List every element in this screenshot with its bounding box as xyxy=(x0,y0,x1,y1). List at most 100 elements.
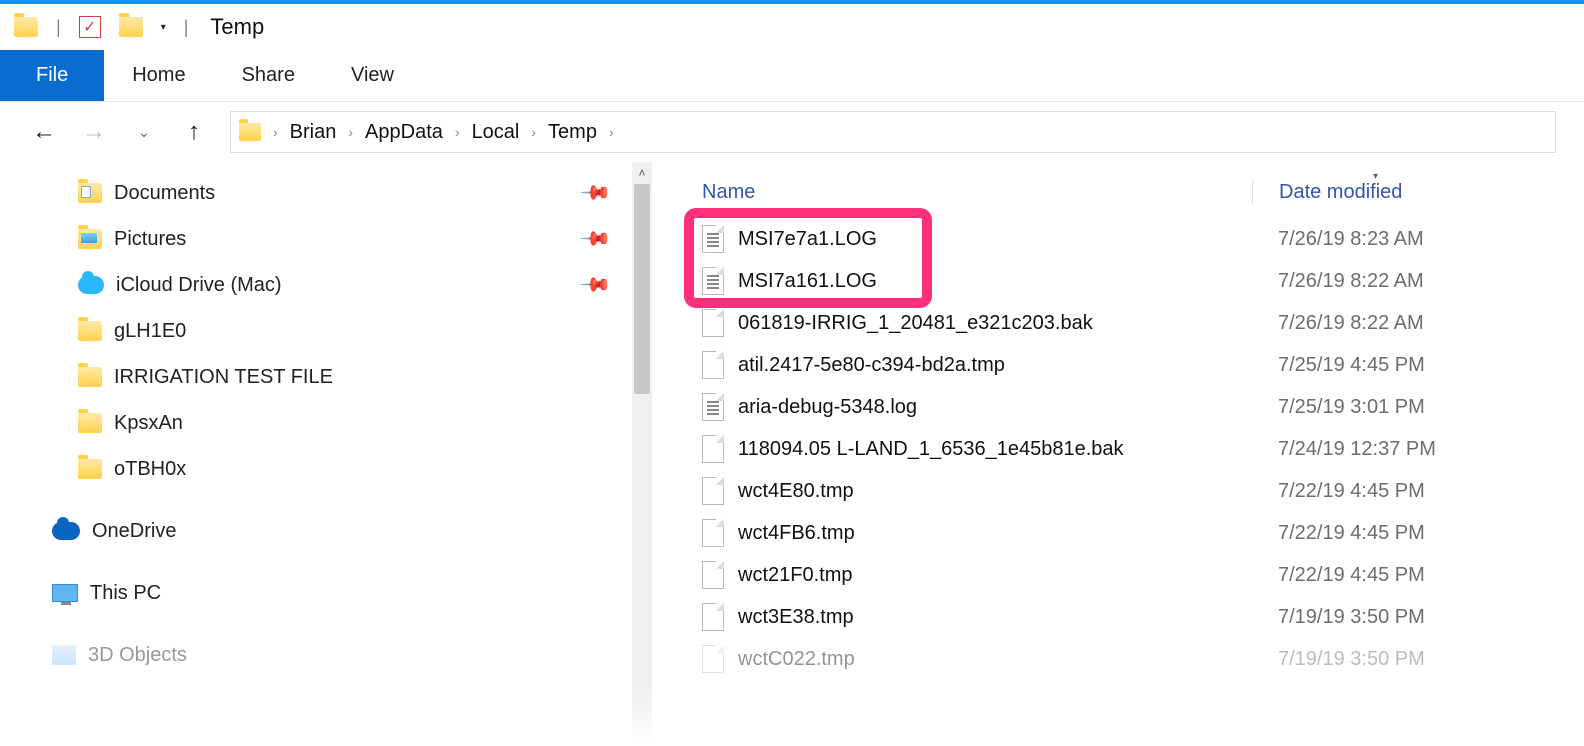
chevron-right-icon[interactable]: › xyxy=(271,124,280,140)
scrollbar[interactable]: ˄ xyxy=(632,162,652,746)
onedrive-icon xyxy=(52,522,80,540)
column-header-name[interactable]: Name xyxy=(692,181,1252,204)
file-name: wct4E80.tmp xyxy=(738,480,854,503)
file-name: 118094.05 L-LAND_1_6536_1e45b81e.bak xyxy=(738,438,1124,461)
file-icon xyxy=(702,435,724,463)
file-name: MSI7a161.LOG xyxy=(738,270,877,293)
app-folder-icon xyxy=(14,17,38,37)
recent-locations-button[interactable]: ⌄ xyxy=(130,124,158,141)
sidebar-item[interactable]: Documents 📌 xyxy=(0,170,632,216)
sidebar-item[interactable]: IRRIGATION TEST FILE xyxy=(0,354,632,400)
file-icon xyxy=(702,267,724,295)
sidebar-group[interactable]: OneDrive xyxy=(0,508,632,554)
quick-access-properties-icon[interactable]: ✓ xyxy=(79,16,101,38)
file-row[interactable]: wctC022.tmp 7/19/19 3:50 PM xyxy=(692,638,1584,680)
quick-access-dropdown-icon[interactable]: ▾ xyxy=(161,22,166,33)
navigation-row: ← → ⌄ ↑ › Brian › AppData › Local › Temp… xyxy=(0,102,1584,162)
sidebar-group[interactable]: 3D Objects xyxy=(0,632,632,678)
file-date: 7/25/19 4:45 PM xyxy=(1252,354,1425,377)
file-row[interactable]: aria-debug-5348.log 7/25/19 3:01 PM xyxy=(692,386,1584,428)
folder-icon xyxy=(78,459,102,479)
scroll-up-arrow-icon[interactable]: ˄ xyxy=(638,166,645,180)
sidebar-item[interactable]: oTBH0x xyxy=(0,446,632,492)
sidebar-item[interactable]: Pictures📌 xyxy=(0,216,632,262)
sidebar-item-label: gLH1E0 xyxy=(114,320,186,343)
pin-icon: 📌 xyxy=(578,175,613,210)
breadcrumb-bar[interactable]: › Brian › AppData › Local › Temp › xyxy=(230,111,1556,153)
sidebar-item-label: iCloud Drive (Mac) xyxy=(116,274,282,297)
chevron-right-icon[interactable]: › xyxy=(529,124,538,140)
file-row[interactable]: 061819-IRRIG_1_20481_e321c203.bak7/26/19… xyxy=(692,302,1584,344)
scrollbar-thumb[interactable] xyxy=(634,184,650,394)
file-date: 7/26/19 8:22 AM xyxy=(1252,270,1424,293)
ribbon-tabs: File Home Share View xyxy=(0,50,1584,102)
chevron-right-icon[interactable]: › xyxy=(346,124,355,140)
file-date: 7/24/19 12:37 PM xyxy=(1252,438,1436,461)
file-row[interactable]: wct4FB6.tmp7/22/19 4:45 PM xyxy=(692,512,1584,554)
sidebar-item-label: oTBH0x xyxy=(114,458,186,481)
pin-icon: 📌 xyxy=(578,221,613,256)
pics-icon xyxy=(78,229,102,249)
sidebar-group-label: This PC xyxy=(90,582,161,605)
file-row[interactable]: MSI7e7a1.LOG 7/26/19 8:23 AM xyxy=(692,218,1584,260)
window-title: Temp xyxy=(210,14,264,40)
folder-icon xyxy=(78,321,102,341)
pin-icon: 📌 xyxy=(578,267,613,302)
breadcrumb-item[interactable]: Temp xyxy=(548,121,597,144)
file-row[interactable]: wct4E80.tmp 7/22/19 4:45 PM xyxy=(692,470,1584,512)
tab-view[interactable]: View xyxy=(323,50,422,101)
cloud-icon xyxy=(78,276,104,294)
file-row[interactable]: atil.2417-5e80-c394-bd2a.tmp7/25/19 4:45… xyxy=(692,344,1584,386)
sidebar-group[interactable]: This PC xyxy=(0,570,632,616)
sidebar-item[interactable]: gLH1E0 xyxy=(0,308,632,354)
breadcrumb-item[interactable]: AppData xyxy=(365,121,443,144)
up-button[interactable]: ↑ xyxy=(180,118,208,146)
file-icon xyxy=(702,603,724,631)
file-date: 7/19/19 3:50 PM xyxy=(1252,606,1425,629)
breadcrumb-item[interactable]: Local xyxy=(472,121,520,144)
back-button[interactable]: ← xyxy=(30,118,58,146)
file-row[interactable]: wct21F0.tmp7/22/19 4:45 PM xyxy=(692,554,1584,596)
file-row[interactable]: MSI7a161.LOG 7/26/19 8:22 AM xyxy=(692,260,1584,302)
tab-share[interactable]: Share xyxy=(214,50,323,101)
main-content: Documents📌Pictures📌iCloud Drive (Mac)📌gL… xyxy=(0,162,1584,746)
chevron-right-icon[interactable]: › xyxy=(607,124,616,140)
file-date: 7/26/19 8:23 AM xyxy=(1252,228,1424,251)
column-header-date[interactable]: ▾ Date modified xyxy=(1252,181,1584,204)
file-name: MSI7e7a1.LOG xyxy=(738,228,877,251)
breadcrumb-item[interactable]: Brian xyxy=(290,121,337,144)
sidebar-item[interactable]: KpsxAn xyxy=(0,400,632,446)
sidebar-group-label: 3D Objects xyxy=(88,644,187,667)
file-row[interactable]: wct3E38.tmp 7/19/19 3:50 PM xyxy=(692,596,1584,638)
column-header-date-label: Date modified xyxy=(1279,181,1402,203)
tab-file[interactable]: File xyxy=(0,50,104,101)
file-name: wctC022.tmp xyxy=(738,648,855,671)
file-date: 7/19/19 3:50 PM xyxy=(1252,648,1425,671)
thispc-icon xyxy=(52,584,78,602)
file-name: wct3E38.tmp xyxy=(738,606,854,629)
file-date: 7/25/19 3:01 PM xyxy=(1252,396,1425,419)
title-bar: | ✓ ▾ | Temp xyxy=(0,0,1584,50)
chevron-right-icon[interactable]: › xyxy=(453,124,462,140)
column-headers: Name ▾ Date modified xyxy=(692,172,1584,212)
forward-button[interactable]: → xyxy=(80,118,108,146)
sidebar-item-label: Documents xyxy=(114,182,215,205)
file-icon xyxy=(702,645,724,673)
file-icon xyxy=(702,393,724,421)
file-name: aria-debug-5348.log xyxy=(738,396,917,419)
sidebar-item[interactable]: iCloud Drive (Mac) 📌 xyxy=(0,262,632,308)
file-icon xyxy=(702,351,724,379)
file-icon xyxy=(702,477,724,505)
divider: | xyxy=(56,17,61,38)
breadcrumb-folder-icon xyxy=(239,123,261,141)
file-list-pane: Name ▾ Date modified MSI7e7a1.LOG 7/26/19… xyxy=(652,162,1584,746)
folder-icon xyxy=(78,367,102,387)
file-date: 7/26/19 8:22 AM xyxy=(1252,312,1424,335)
tab-home[interactable]: Home xyxy=(104,50,213,101)
file-row[interactable]: 118094.05 L-LAND_1_6536_1e45b81e.bak 7/24… xyxy=(692,428,1584,470)
docs-icon xyxy=(78,183,102,203)
file-date: 7/22/19 4:45 PM xyxy=(1252,522,1425,545)
file-date: 7/22/19 4:45 PM xyxy=(1252,480,1425,503)
file-date: 7/22/19 4:45 PM xyxy=(1252,564,1425,587)
quick-access-open-icon[interactable] xyxy=(119,17,143,37)
